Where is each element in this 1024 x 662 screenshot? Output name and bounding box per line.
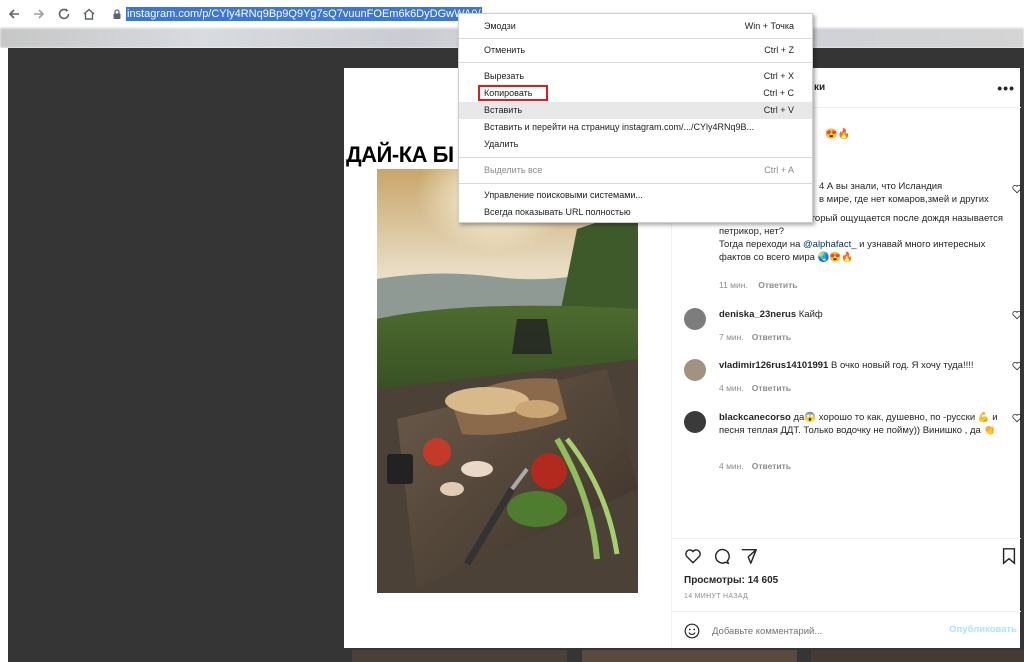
- caption-emojis-top: 😍🔥: [825, 129, 850, 140]
- heart-outline-icon[interactable]: [1012, 413, 1022, 423]
- comment-meta: 4 мин. Ответить: [719, 382, 799, 395]
- caption-time: 11 мин.: [719, 280, 748, 290]
- post-actions: Просмотры: 14 605 14 МИНУТ НАЗАД Опублик…: [672, 538, 1021, 648]
- bookmark-icon[interactable]: [1000, 547, 1018, 565]
- caption-cta: Тогда переходи на @alphafact_ и узнавай …: [719, 238, 1005, 264]
- views-count: Просмотры: 14 605: [684, 575, 779, 586]
- menu-item-shortcut: Win + Точка: [744, 21, 794, 31]
- menu-item-shortcut: Ctrl + X: [763, 71, 794, 81]
- comment-username[interactable]: blackcanecorso: [719, 412, 791, 423]
- post-photo[interactable]: [377, 169, 638, 593]
- post-author-name-fragment[interactable]: ки: [814, 82, 825, 93]
- comment-meta: 7 мин. Ответить: [719, 331, 799, 344]
- comment-body: В очко новый год. Я хочу туда!!!!: [830, 360, 974, 371]
- like-heart-icon[interactable]: [684, 547, 702, 565]
- reply-button[interactable]: Ответить: [752, 461, 791, 471]
- comment-meta: 4 мин. Ответить: [719, 460, 799, 473]
- grid-thumbnail[interactable]: [811, 650, 1024, 662]
- menu-item-label: Управление поисковыми системами...: [484, 190, 643, 200]
- comment-username[interactable]: vladimir126rus14101991: [719, 360, 828, 371]
- reply-button[interactable]: Ответить: [752, 383, 791, 393]
- post-image-headline: ДАЙ-КА БІ: [346, 142, 454, 167]
- menu-item-label: Вырезать: [484, 71, 525, 81]
- menu-item-label: Отменить: [484, 45, 526, 55]
- menu-separator: [459, 62, 812, 63]
- caption-meta: 11 мин. Ответить: [719, 279, 806, 292]
- comment-input[interactable]: [712, 623, 932, 639]
- menu-item-delete[interactable]: Удалить: [459, 136, 812, 153]
- heart-outline-icon[interactable]: [1012, 361, 1022, 371]
- menu-separator: [459, 157, 812, 158]
- menu-item-label: Удалить: [484, 139, 519, 149]
- comment-time: 7 мин.: [719, 332, 744, 342]
- emoji-smiley-icon[interactable]: [684, 623, 700, 639]
- add-comment-bar: Опубликовать: [672, 611, 1021, 649]
- home-icon[interactable]: [78, 3, 100, 25]
- copy-highlight-box: [478, 85, 548, 101]
- caption-emojis: 🌏😍🔥: [817, 252, 854, 263]
- comment-time: 4 мин.: [719, 461, 744, 471]
- menu-item-cut[interactable]: Вырезать Ctrl + X: [459, 68, 812, 85]
- context-menu: Эмодзи Win + Точка Отменить Ctrl + Z Вырез…: [458, 13, 813, 223]
- menu-item-label: Выделить все: [484, 165, 543, 175]
- menu-item-shortcut: Ctrl + C: [763, 88, 794, 98]
- page-edge: [0, 48, 8, 662]
- address-bar[interactable]: instagram.com/p/CYly4RNq9Bp9Q9Yg7sQ7vuun…: [106, 4, 482, 24]
- menu-item-shortcut: Ctrl + Z: [764, 45, 794, 55]
- menu-item-label: Всегда показывать URL полностью: [484, 207, 631, 217]
- comment-text: blackcanecorso да😱 хорошо то как, душевн…: [719, 411, 1005, 437]
- avatar[interactable]: [684, 359, 706, 381]
- menu-item-select-all[interactable]: Выделить все Ctrl + A: [459, 162, 812, 179]
- heart-outline-icon[interactable]: [1012, 184, 1022, 194]
- menu-separator: [459, 38, 812, 39]
- menu-item-label: Вставить и перейти на страницу instagram…: [484, 122, 755, 132]
- menu-item-shortcut: Ctrl + A: [764, 165, 794, 175]
- forward-arrow-icon[interactable]: [28, 3, 50, 25]
- menu-item-paste-and-go[interactable]: Вставить и перейти на страницу instagram…: [459, 119, 812, 136]
- share-send-icon[interactable]: [740, 547, 758, 565]
- picnic-photo-illustration: [377, 169, 638, 593]
- comment-username[interactable]: deniska_23nerus: [719, 309, 796, 320]
- caption-cta-start: Тогда переходи на: [719, 239, 804, 250]
- menu-item-shortcut: Ctrl + V: [763, 105, 794, 115]
- reply-button[interactable]: Ответить: [752, 332, 791, 342]
- grid-thumbnail[interactable]: [582, 650, 797, 662]
- comment-bubble-icon[interactable]: [712, 547, 730, 565]
- menu-item-paste[interactable]: Вставить Ctrl + V: [459, 102, 812, 119]
- caption-link[interactable]: @alphafact_: [803, 239, 856, 250]
- menu-item-undo[interactable]: Отменить Ctrl + Z: [459, 42, 812, 59]
- comment-text: vladimir126rus14101991 В очко новый год.…: [719, 359, 1005, 372]
- caption-reply-button[interactable]: Ответить: [758, 280, 797, 290]
- back-arrow-icon[interactable]: [3, 3, 25, 25]
- grid-thumbnail[interactable]: [352, 650, 567, 662]
- heart-outline-icon[interactable]: [1012, 310, 1022, 320]
- menu-item-label: Эмодзи: [484, 21, 516, 31]
- avatar[interactable]: [684, 411, 706, 433]
- publish-button[interactable]: Опубликовать: [949, 624, 1017, 635]
- reload-icon[interactable]: [53, 3, 75, 25]
- url-text[interactable]: instagram.com/p/CYly4RNq9Bp9Q9Yg7sQ7vuun…: [126, 7, 482, 21]
- menu-item-manage-search-engines[interactable]: Управление поисковыми системами...: [459, 187, 812, 204]
- menu-item-emoji[interactable]: Эмодзи Win + Точка: [459, 18, 812, 35]
- avatar[interactable]: [684, 308, 706, 330]
- menu-separator: [459, 183, 812, 184]
- menu-item-label: Вставить: [484, 105, 523, 115]
- comment-time: 4 мин.: [719, 383, 744, 393]
- comment-body: Кайф: [798, 309, 823, 320]
- post-timestamp[interactable]: 14 МИНУТ НАЗАД: [684, 593, 748, 600]
- lock-icon[interactable]: [112, 7, 122, 21]
- more-options-icon[interactable]: •••: [997, 80, 1015, 96]
- menu-item-always-show-full-url[interactable]: Всегда показывать URL полностью: [459, 204, 812, 221]
- comment-text: deniska_23nerus Кайф: [719, 308, 1005, 321]
